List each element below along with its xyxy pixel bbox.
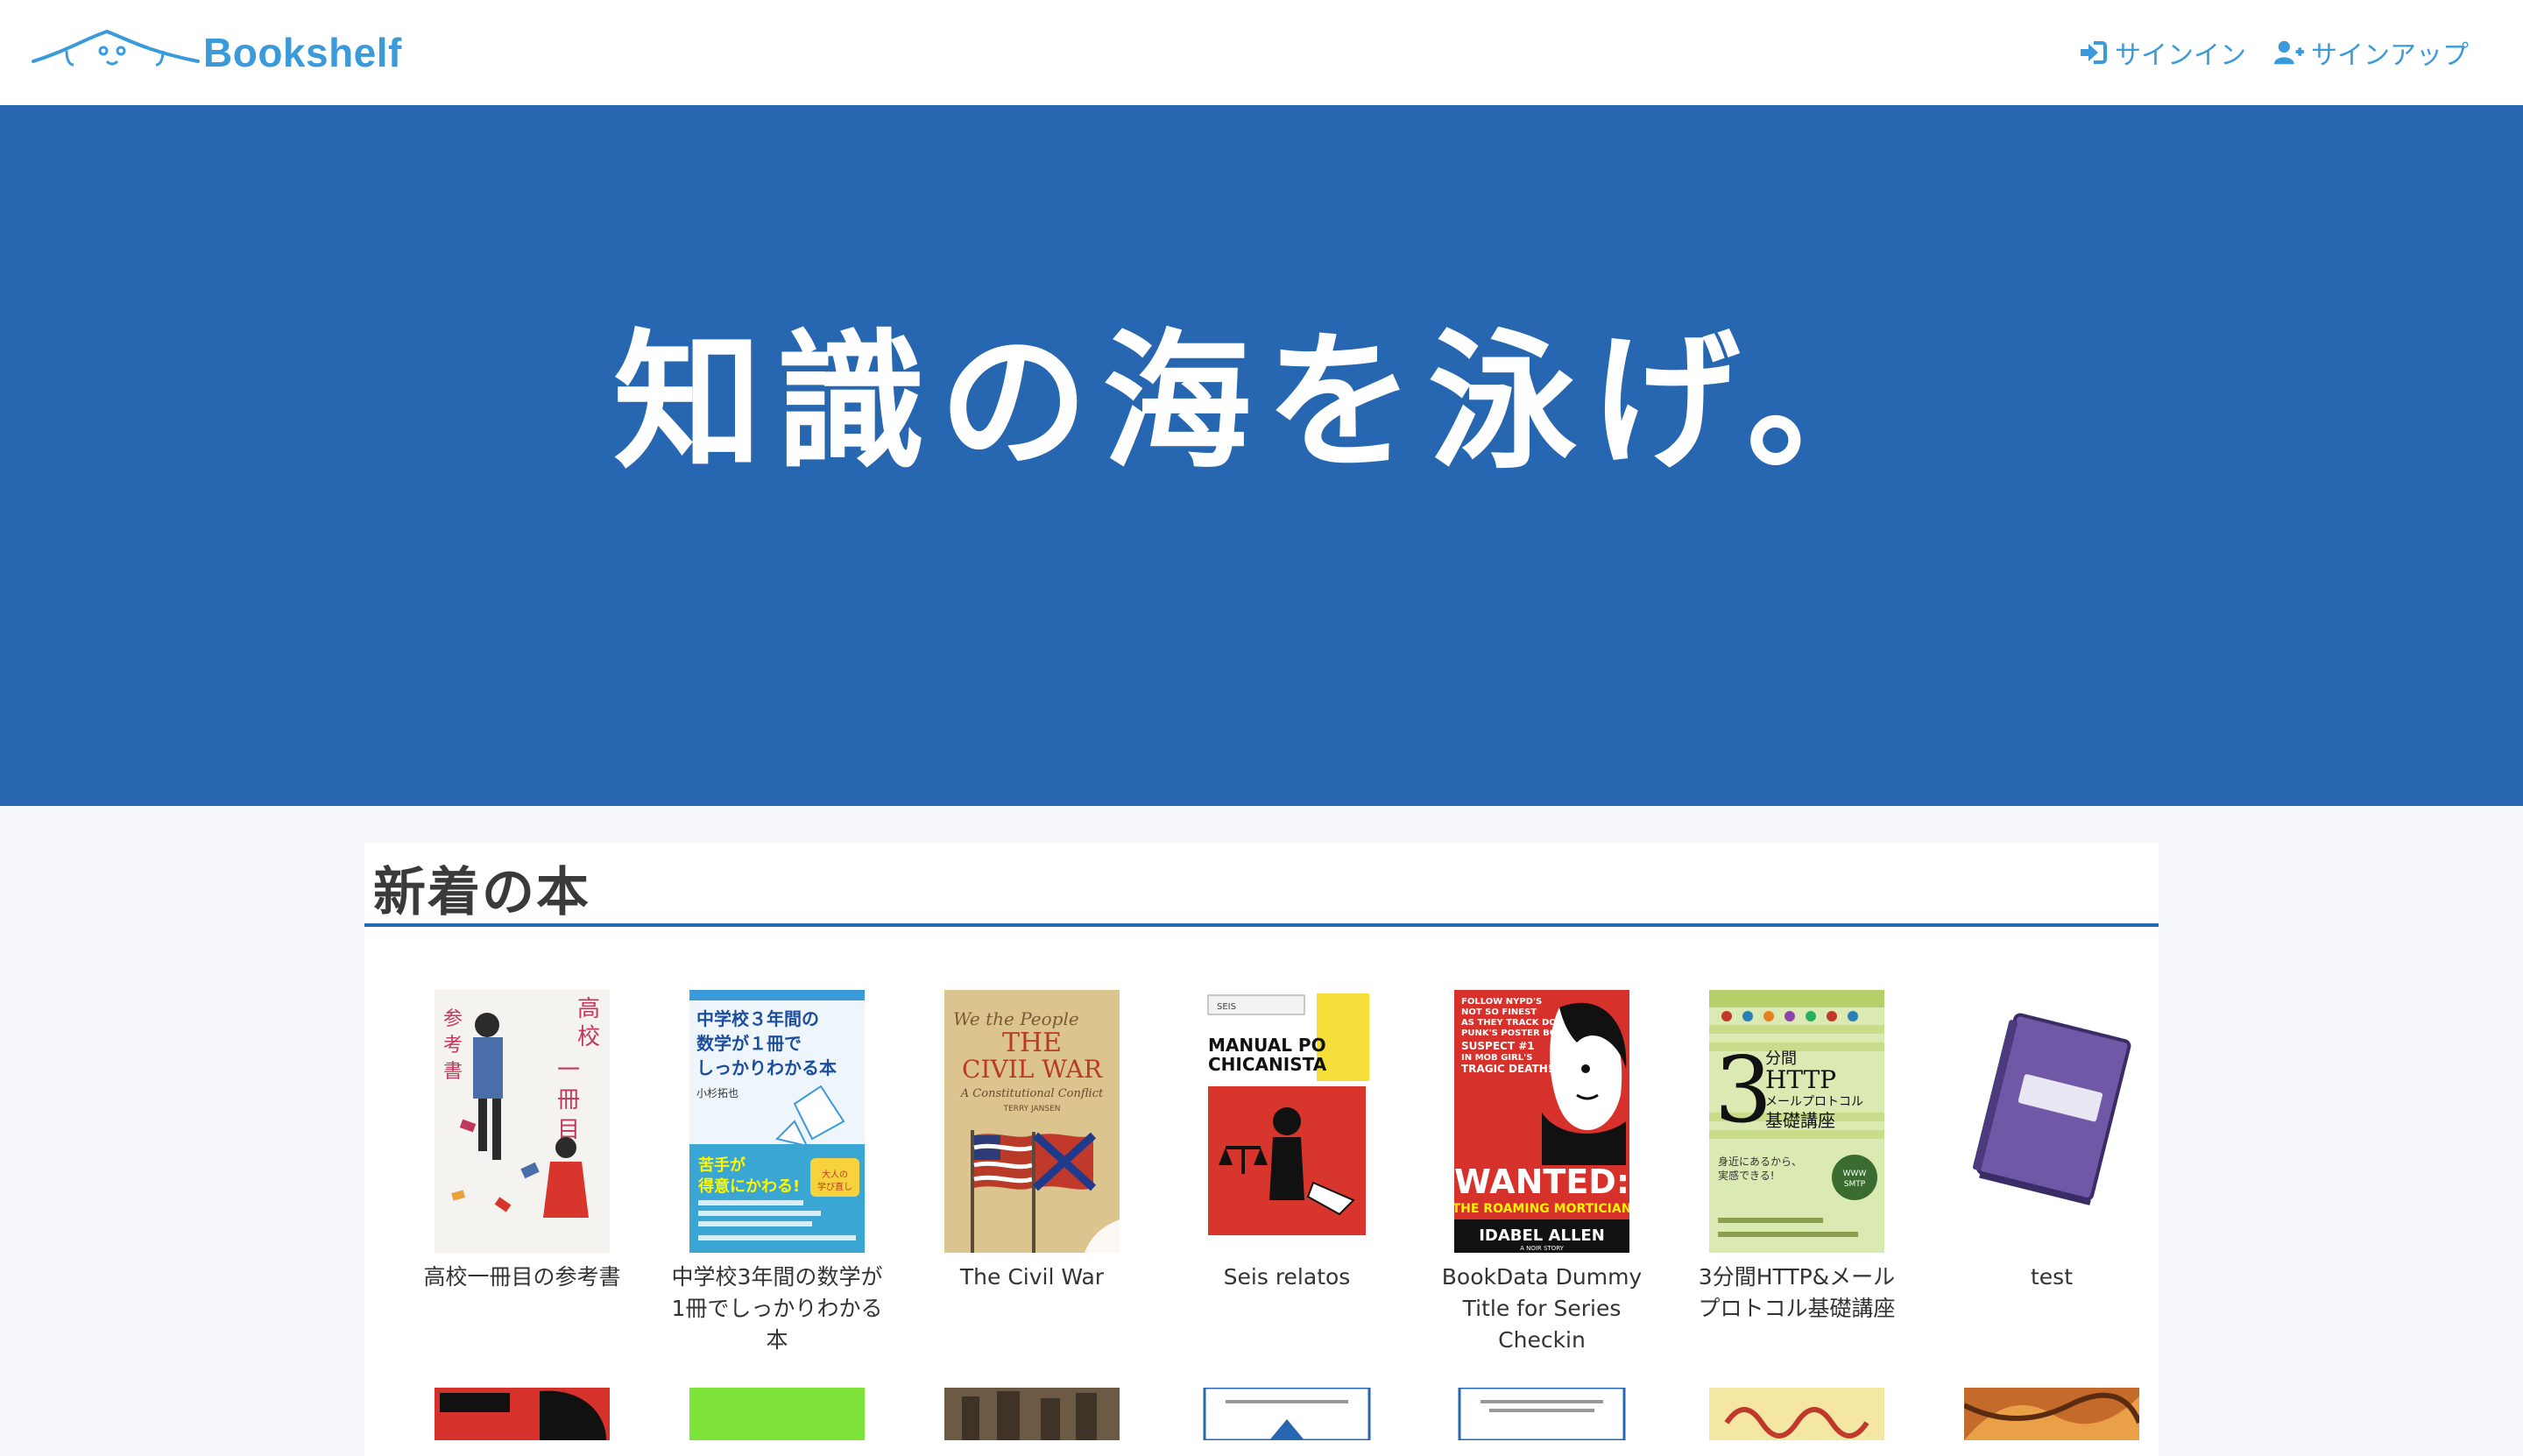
svg-text:校: 校 bbox=[577, 1024, 600, 1050]
svg-text:中学校３年間の: 中学校３年間の bbox=[696, 1008, 819, 1029]
svg-text:IN MOB GIRL'S: IN MOB GIRL'S bbox=[1461, 1053, 1532, 1063]
book-title: Seis relatos bbox=[1223, 1264, 1351, 1290]
svg-text:書: 書 bbox=[443, 1061, 463, 1083]
sign-up-label: サインアップ bbox=[2311, 40, 2469, 71]
svg-text:数学が１冊で: 数学が１冊で bbox=[696, 1033, 802, 1054]
svg-text:SMTP: SMTP bbox=[1844, 1180, 1866, 1189]
sign-in-label: サインイン bbox=[2115, 40, 2246, 71]
svg-text:FOLLOW NYPD'S: FOLLOW NYPD'S bbox=[1461, 997, 1542, 1007]
brand-link[interactable]: Bookshelf bbox=[32, 19, 402, 86]
book-cover: 3 分間 HTTP メールプロトコル 基礎講座 身近にあるから、 実感できる! … bbox=[1709, 990, 1884, 1253]
cover-illustration: 中学校３年間の 数学が１冊で しっかりわかる本 小杉拓也 苦手が 得意にかわる!… bbox=[689, 990, 865, 1253]
cover-illustration bbox=[1709, 1388, 1884, 1440]
book-cover: We the People THE CIVIL WAR A Constituti… bbox=[944, 990, 1120, 1253]
cover-illustration: We the People THE CIVIL WAR A Constituti… bbox=[944, 990, 1120, 1253]
hero-title: 知識の海を泳げ。 bbox=[613, 316, 1910, 490]
svg-text:高: 高 bbox=[577, 996, 600, 1022]
book-cover: SEIS MANUAL PO CHICANISTA bbox=[1199, 990, 1375, 1253]
book-cover-row2[interactable] bbox=[1709, 1388, 1884, 1440]
svg-text:A Constitutional Conflict: A Constitutional Conflict bbox=[960, 1087, 1104, 1100]
section-divider bbox=[364, 923, 2159, 927]
svg-text:IDABEL ALLEN: IDABEL ALLEN bbox=[1479, 1226, 1605, 1245]
book-title: BookData Dummy Title for Series Checkin bbox=[1441, 1264, 1643, 1353]
bookshelf-logo-icon bbox=[32, 29, 200, 67]
book-title: test bbox=[2030, 1264, 2073, 1290]
cover-text: SEIS bbox=[1217, 1002, 1236, 1012]
cover-illustration bbox=[435, 1388, 610, 1440]
book-cover bbox=[1964, 990, 2139, 1253]
svg-text:CIVIL WAR: CIVIL WAR bbox=[962, 1055, 1103, 1084]
cover-illustration: 3 分間 HTTP メールプロトコル 基礎講座 身近にあるから、 実感できる! … bbox=[1709, 990, 1884, 1253]
navbar: Bookshelf サインイン サインアップ bbox=[0, 0, 2523, 105]
svg-text:学び直し: 学び直し bbox=[817, 1181, 852, 1192]
svg-text:基礎講座: 基礎講座 bbox=[1765, 1110, 1835, 1131]
svg-text:PUNK'S POSTER BOY,: PUNK'S POSTER BOY, bbox=[1461, 1028, 1565, 1038]
cover-text: We the People bbox=[953, 1008, 1079, 1029]
svg-text:TERRY JANSEN: TERRY JANSEN bbox=[1003, 1105, 1061, 1113]
cover-illustration bbox=[1203, 1388, 1371, 1440]
cover-illustration: SEIS MANUAL PO CHICANISTA bbox=[1199, 990, 1375, 1253]
svg-text:WANTED:: WANTED: bbox=[1454, 1163, 1629, 1201]
svg-text:3: 3 bbox=[1714, 1036, 1772, 1143]
book-cover-row2[interactable] bbox=[944, 1388, 1120, 1440]
section-title: 新着の本 bbox=[373, 862, 590, 923]
book-cover: FOLLOW NYPD'S NOT SO FINEST AS THEY TRAC… bbox=[1454, 990, 1629, 1253]
sign-in-link[interactable]: サインイン bbox=[2078, 33, 2246, 72]
svg-text:WWW: WWW bbox=[1843, 1170, 1867, 1178]
cover-illustration: FOLLOW NYPD'S NOT SO FINEST AS THEY TRAC… bbox=[1454, 990, 1629, 1253]
book-cover-row2[interactable] bbox=[689, 1388, 865, 1440]
cover-illustration: 高 校 参 考 書 一 冊 目 bbox=[435, 990, 610, 1253]
svg-text:苦手が: 苦手が bbox=[698, 1156, 746, 1175]
book-cover-row2[interactable] bbox=[1199, 1388, 1375, 1440]
svg-text:NOT SO FINEST: NOT SO FINEST bbox=[1461, 1007, 1537, 1017]
book-title: 中学校3年間の数学が1冊でしっかりわかる本 bbox=[671, 1264, 883, 1353]
svg-text:TRAGIC DEATH!: TRAGIC DEATH! bbox=[1461, 1063, 1552, 1075]
svg-text:しっかりわかる本: しっかりわかる本 bbox=[696, 1057, 837, 1078]
svg-text:メールプロトコル: メールプロトコル bbox=[1765, 1095, 1863, 1109]
svg-text:SUSPECT #1: SUSPECT #1 bbox=[1461, 1040, 1535, 1052]
svg-text:一: 一 bbox=[557, 1057, 580, 1084]
svg-text:身近にあるから、: 身近にあるから、 bbox=[1718, 1155, 1802, 1168]
user-plus-icon bbox=[2274, 40, 2304, 65]
cover-illustration bbox=[1964, 1388, 2139, 1440]
svg-text:冊: 冊 bbox=[557, 1087, 580, 1113]
svg-text:THE ROAMING MORTICIAN: THE ROAMING MORTICIAN bbox=[1454, 1202, 1629, 1216]
hero-banner: 知識の海を泳げ。 bbox=[0, 105, 2523, 806]
svg-text:得意にかわる!: 得意にかわる! bbox=[697, 1177, 800, 1196]
book-card[interactable]: 高 校 参 考 書 一 冊 目 高校一冊目の参考書 bbox=[408, 990, 636, 1293]
new-books-section: 新着の本 高 校 参 考 書 一 冊 目 高校一冊目の参考書 中学校３年間の 数… bbox=[364, 843, 2159, 1456]
book-cover-row2[interactable] bbox=[435, 1388, 610, 1440]
svg-text:CHICANISTA: CHICANISTA bbox=[1208, 1054, 1327, 1075]
book-title: 3分間HTTP&メールプロトコル基礎講座 bbox=[1698, 1264, 1896, 1321]
svg-text:MANUAL PO: MANUAL PO bbox=[1208, 1035, 1326, 1056]
book-cover-row2[interactable] bbox=[1964, 1388, 2139, 1440]
book-cover-row2[interactable] bbox=[1454, 1388, 1629, 1440]
book-card[interactable]: SEIS MANUAL PO CHICANISTA Seis relatos bbox=[1173, 990, 1401, 1293]
cover-illustration bbox=[944, 1388, 1120, 1440]
book-title: 高校一冊目の参考書 bbox=[423, 1264, 621, 1290]
book-cover: 中学校３年間の 数学が１冊で しっかりわかる本 小杉拓也 苦手が 得意にかわる!… bbox=[689, 990, 865, 1253]
book-card[interactable]: FOLLOW NYPD'S NOT SO FINEST AS THEY TRAC… bbox=[1428, 990, 1656, 1356]
book-card[interactable]: 中学校３年間の 数学が１冊で しっかりわかる本 小杉拓也 苦手が 得意にかわる!… bbox=[663, 990, 891, 1356]
svg-text:THE: THE bbox=[1002, 1028, 1062, 1058]
svg-text:小杉拓也: 小杉拓也 bbox=[696, 1087, 739, 1099]
book-card[interactable]: We the People THE CIVIL WAR A Constituti… bbox=[918, 990, 1146, 1293]
svg-text:考: 考 bbox=[443, 1035, 463, 1057]
cover-illustration bbox=[1458, 1388, 1626, 1440]
book-cover: 高 校 参 考 書 一 冊 目 bbox=[435, 990, 610, 1253]
book-card[interactable]: test bbox=[1938, 990, 2166, 1293]
sign-up-link[interactable]: サインアップ bbox=[2274, 33, 2469, 72]
auth-nav: サインイン サインアップ bbox=[2050, 32, 2469, 74]
brand-name: Bookshelf bbox=[203, 30, 402, 75]
book-card[interactable]: 3 分間 HTTP メールプロトコル 基礎講座 身近にあるから、 実感できる! … bbox=[1683, 990, 1911, 1325]
svg-text:実感できる!: 実感できる! bbox=[1718, 1169, 1775, 1182]
sign-in-icon bbox=[2081, 41, 2107, 64]
placeholder-book-icon bbox=[1964, 990, 2139, 1253]
svg-text:HTTP: HTTP bbox=[1765, 1065, 1836, 1094]
svg-text:大人の: 大人の bbox=[822, 1169, 848, 1180]
svg-text:A NOIR STORY: A NOIR STORY bbox=[1520, 1245, 1565, 1252]
book-title: The Civil War bbox=[959, 1264, 1105, 1290]
svg-text:参: 参 bbox=[443, 1008, 463, 1030]
